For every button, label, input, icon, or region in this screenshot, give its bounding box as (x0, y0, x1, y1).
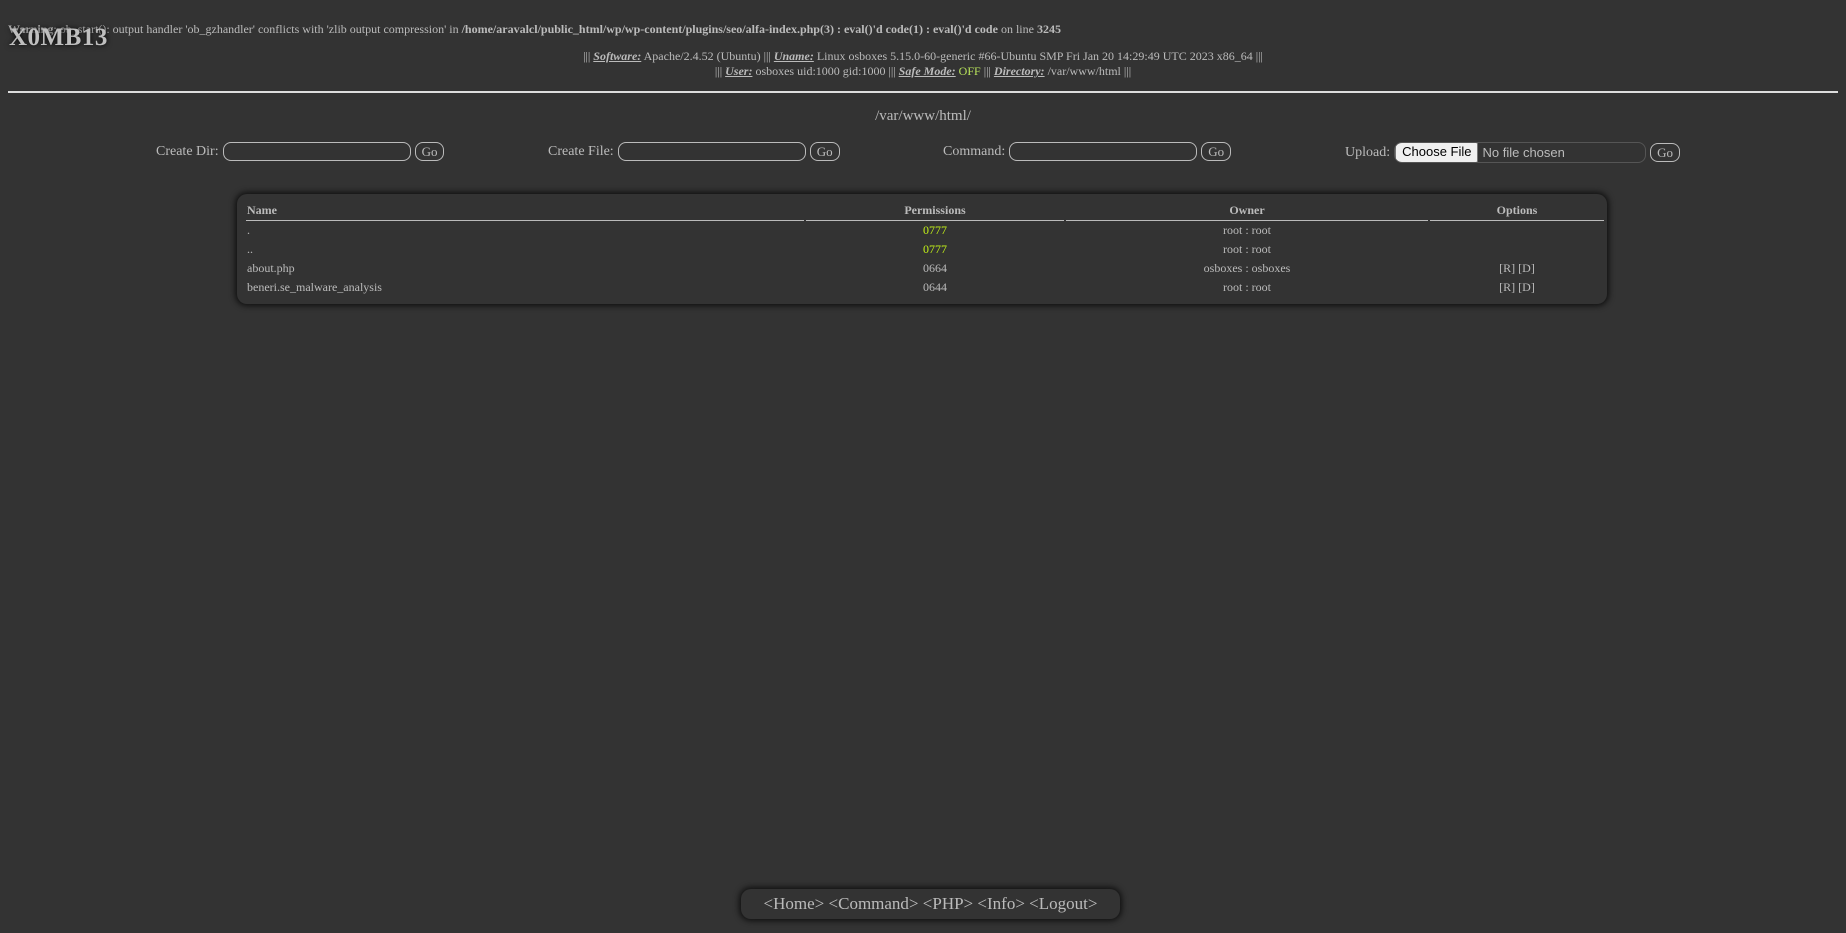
create-file-input[interactable] (617, 142, 806, 161)
file-options (1430, 221, 1604, 240)
brand-title: X0MB13 (9, 24, 108, 51)
command-input[interactable] (1009, 142, 1198, 161)
directory-label: Directory: (993, 64, 1045, 78)
bottom-nav: <Home> <Command> <PHP> <Info> <Logout> (741, 889, 1120, 919)
file-name-link[interactable]: about.php (246, 259, 804, 278)
system-info-line-2: ||| User: osboxes uid:1000 gid:1000 ||| … (0, 64, 1846, 79)
file-owner: root : root (1223, 223, 1271, 237)
separator: ||| (888, 64, 896, 78)
choose-file-button[interactable]: Choose File (1395, 143, 1479, 162)
file-options-links[interactable]: [R] [D] (1430, 278, 1604, 297)
nav-home-link[interactable]: <Home> (764, 894, 825, 913)
create-dir-label: Create Dir: (156, 143, 219, 159)
table-header-row: Name Permissions Owner Options (246, 201, 1604, 221)
file-permissions[interactable]: 0644 (806, 278, 1064, 297)
safe-mode-label: Safe Mode: (898, 64, 956, 78)
uname-value: Linux osboxes 5.15.0-60-generic #66-Ubun… (816, 49, 1253, 63)
column-header-name: Name (246, 201, 804, 221)
column-header-owner: Owner (1066, 201, 1428, 221)
system-info-line-1: ||| Software: Apache/2.4.52 (Ubuntu) |||… (0, 49, 1846, 64)
table-row: . 0777 root : root (246, 221, 1604, 240)
upload-form: Upload: Choose File No file chosen Go (1345, 142, 1680, 163)
separator: ||| (983, 64, 991, 78)
create-file-form: Create File: Go (548, 142, 840, 161)
file-owner: osboxes : osboxes (1203, 261, 1291, 275)
create-dir-input[interactable] (222, 142, 411, 161)
file-permissions[interactable]: 0777 (806, 240, 1064, 259)
directory-value: /var/www/html (1047, 64, 1121, 78)
file-owner: root : root (1223, 280, 1271, 294)
file-options (1430, 240, 1604, 259)
php-warning: Warning: ob_start(): output handler 'ob_… (8, 22, 1061, 37)
system-info: ||| Software: Apache/2.4.52 (Ubuntu) |||… (0, 49, 1846, 79)
nav-command-link[interactable]: <Command> (829, 894, 919, 913)
warning-message: : ob_start(): output handler 'ob_gzhandl… (53, 22, 462, 36)
upload-go-button[interactable]: Go (1650, 143, 1680, 162)
table-row: beneri.se_malware_analysis 0644 root : r… (246, 278, 1604, 297)
create-file-go-button[interactable]: Go (809, 142, 840, 161)
nav-php-link[interactable]: <PHP> (923, 894, 973, 913)
file-name-link[interactable]: .. (246, 240, 804, 259)
separator: ||| (763, 49, 771, 63)
command-form: Command: Go (943, 142, 1232, 161)
user-value: osboxes uid:1000 gid:1000 (755, 64, 886, 78)
table-row: about.php 0664 osboxes : osboxes [R] [D] (246, 259, 1604, 278)
nav-info-link[interactable]: <Info> (977, 894, 1025, 913)
warning-line-number: 3245 (1036, 22, 1061, 36)
file-input[interactable]: Choose File No file chosen (1394, 142, 1647, 163)
file-name-link[interactable]: . (246, 221, 804, 240)
column-header-permissions: Permissions (806, 201, 1064, 221)
header-divider (8, 91, 1838, 93)
file-permissions[interactable]: 0664 (806, 259, 1064, 278)
column-header-options: Options (1430, 201, 1604, 221)
separator: ||| (583, 49, 591, 63)
file-table: Name Permissions Owner Options . 0777 ro… (244, 201, 1606, 297)
separator: ||| (1123, 64, 1132, 78)
current-path: /var/www/html/ (875, 108, 971, 124)
software-value: Apache/2.4.52 (Ubuntu) (643, 49, 761, 63)
uname-label: Uname: (773, 49, 814, 63)
file-table-panel: Name Permissions Owner Options . 0777 ro… (237, 194, 1607, 304)
software-label: Software: (593, 49, 642, 63)
create-dir-form: Create Dir: Go (156, 142, 445, 161)
warning-file: /home/aravalcl/public_html/wp/wp-content… (461, 22, 998, 36)
upload-label: Upload: (1345, 144, 1391, 160)
create-dir-go-button[interactable]: Go (414, 142, 445, 161)
safe-mode-value: OFF (958, 64, 981, 78)
separator: ||| (1255, 49, 1263, 63)
file-options-links[interactable]: [R] [D] (1430, 259, 1604, 278)
separator: ||| (714, 64, 723, 78)
user-label: User: (725, 64, 753, 78)
create-file-label: Create File: (548, 143, 614, 159)
warning-line-text: on line (997, 22, 1037, 36)
file-permissions[interactable]: 0777 (806, 221, 1064, 240)
command-label: Command: (943, 143, 1006, 159)
file-owner: root : root (1223, 242, 1271, 256)
table-row: .. 0777 root : root (246, 240, 1604, 259)
file-name-link[interactable]: beneri.se_malware_analysis (246, 278, 804, 297)
no-file-chosen-text: No file chosen (1482, 145, 1565, 160)
command-go-button[interactable]: Go (1201, 142, 1232, 161)
nav-logout-link[interactable]: <Logout> (1029, 894, 1097, 913)
